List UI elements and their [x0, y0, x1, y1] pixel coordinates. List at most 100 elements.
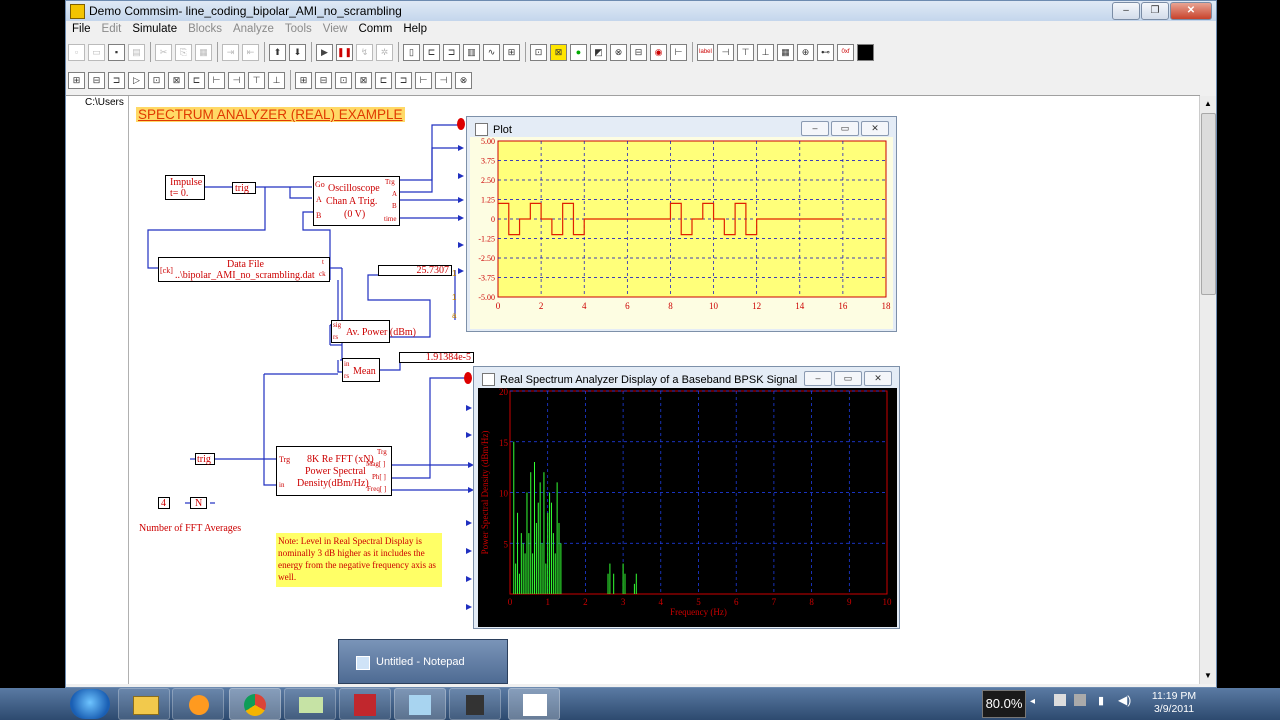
- pause-icon[interactable]: ❚❚: [336, 43, 353, 61]
- const-n-block[interactable]: N: [190, 497, 207, 509]
- tray-volume-icon[interactable]: ◀): [1118, 693, 1131, 707]
- tool-b5-icon[interactable]: ⊏: [375, 71, 392, 89]
- flip-down-icon[interactable]: ⬇: [289, 43, 306, 61]
- spectrum-maximize-button[interactable]: ▭: [834, 371, 862, 386]
- block-19-icon[interactable]: ⊕: [797, 43, 814, 61]
- block-6-icon[interactable]: ⊞: [503, 43, 520, 61]
- impulse-block[interactable]: Impulse t= 0.: [165, 175, 205, 200]
- block-13-icon[interactable]: ◉: [650, 43, 667, 61]
- block-10-icon[interactable]: ◩: [590, 43, 607, 61]
- tool-b4-icon[interactable]: ⊠: [355, 71, 372, 89]
- block-5-icon[interactable]: ∿: [483, 43, 500, 61]
- scroll-up-icon[interactable]: ▲: [1200, 96, 1216, 112]
- block-11-icon[interactable]: ⊗: [610, 43, 627, 61]
- paste-icon[interactable]: ▦: [195, 43, 212, 61]
- zoom-indicator[interactable]: 80.0%: [982, 690, 1026, 718]
- taskbar-chrome-icon[interactable]: [229, 688, 281, 720]
- print-icon[interactable]: ▤: [128, 43, 145, 61]
- black-block-icon[interactable]: [857, 43, 874, 61]
- block-12-icon[interactable]: ⊟: [630, 43, 647, 61]
- block-7-icon[interactable]: ⊡: [530, 43, 547, 61]
- run-icon[interactable]: ▶: [316, 43, 333, 61]
- new-file-icon[interactable]: ▫: [68, 43, 85, 61]
- tool-b8-icon[interactable]: ⊣: [435, 71, 452, 89]
- spectrum-window[interactable]: Real Spectrum Analyzer Display of a Base…: [473, 366, 900, 629]
- tool-b2-icon[interactable]: ⊟: [315, 71, 332, 89]
- menu-view[interactable]: View: [317, 21, 353, 35]
- block-2-icon[interactable]: ⊏: [423, 43, 440, 61]
- block-18-icon[interactable]: ▦: [777, 43, 794, 61]
- tray-network-icon[interactable]: ▮: [1098, 694, 1104, 707]
- file-tree[interactable]: C:\Users: [66, 96, 129, 684]
- menu-edit[interactable]: Edit: [96, 21, 127, 35]
- tree-path[interactable]: C:\Users: [85, 97, 124, 108]
- menu-tools[interactable]: Tools: [279, 21, 317, 35]
- block-17-icon[interactable]: ⊥: [757, 43, 774, 61]
- tool-b9-icon[interactable]: ⊗: [455, 71, 472, 89]
- start-button[interactable]: [70, 689, 110, 719]
- plot-minimize-button[interactable]: –: [801, 121, 829, 136]
- block-15-icon[interactable]: ⊣: [717, 43, 734, 61]
- tool-a4-icon[interactable]: ▷: [128, 71, 145, 89]
- tool-b1-icon[interactable]: ⊞: [295, 71, 312, 89]
- taskbar-folder-icon[interactable]: [284, 688, 336, 720]
- tool-a10-icon[interactable]: ⊤: [248, 71, 265, 89]
- menu-simulate[interactable]: Simulate: [126, 21, 182, 35]
- notepad-preview[interactable]: Untitled - Notepad: [338, 639, 508, 684]
- taskbar-media-icon[interactable]: [172, 688, 224, 720]
- tool-a1-icon[interactable]: ⊞: [68, 71, 85, 89]
- scroll-down-icon[interactable]: ▼: [1200, 668, 1216, 684]
- block-20-icon[interactable]: ⊷: [817, 43, 834, 61]
- spectrum-close-button[interactable]: ✕: [864, 371, 892, 386]
- menu-help[interactable]: Help: [397, 21, 432, 35]
- vertical-scrollbar[interactable]: ▲ ▼: [1199, 96, 1216, 684]
- scroll-thumb[interactable]: [1201, 113, 1216, 295]
- menu-comm[interactable]: Comm: [352, 21, 397, 35]
- block-14-icon[interactable]: ⊢: [670, 43, 687, 61]
- open-file-icon[interactable]: ▭: [88, 43, 105, 61]
- tool-b7-icon[interactable]: ⊢: [415, 71, 432, 89]
- block-8-icon[interactable]: ⊠: [550, 43, 567, 61]
- flip-up-icon[interactable]: ⬆: [269, 43, 286, 61]
- block-3-icon[interactable]: ⊐: [443, 43, 460, 61]
- block-9-icon[interactable]: ●: [570, 43, 587, 61]
- block-1-icon[interactable]: ▯: [403, 43, 420, 61]
- plot-maximize-button[interactable]: ▭: [831, 121, 859, 136]
- save-icon[interactable]: ▪: [108, 43, 125, 61]
- close-button[interactable]: ✕: [1170, 2, 1212, 20]
- tray-arrow-icon[interactable]: ◂: [1030, 696, 1035, 707]
- tool-a8-icon[interactable]: ⊢: [208, 71, 225, 89]
- block-16-icon[interactable]: ⊤: [737, 43, 754, 61]
- tool-a11-icon[interactable]: ⊥: [268, 71, 285, 89]
- tool-a6-icon[interactable]: ⊠: [168, 71, 185, 89]
- menu-file[interactable]: File: [66, 21, 96, 35]
- tool-b6-icon[interactable]: ⊐: [395, 71, 412, 89]
- taskbar-pdf-icon[interactable]: [339, 688, 391, 720]
- datafile-block[interactable]: [ck] Data File ..\bipolar_AMI_no_scrambl…: [158, 257, 330, 282]
- const-four-block[interactable]: 4: [158, 497, 170, 509]
- plot-close-button[interactable]: ✕: [861, 121, 889, 136]
- restore-button[interactable]: ❐: [1141, 2, 1169, 20]
- tool-a7-icon[interactable]: ⊏: [188, 71, 205, 89]
- trig-block-2[interactable]: trig: [195, 453, 215, 465]
- tool-a2-icon[interactable]: ⊟: [88, 71, 105, 89]
- avpower-block[interactable]: sig rs Av. Power (dBm): [331, 320, 416, 343]
- copy-icon[interactable]: ⎘: [175, 43, 192, 61]
- taskbar-explorer-icon[interactable]: [118, 688, 170, 720]
- spectrum-minimize-button[interactable]: –: [804, 371, 832, 386]
- clock[interactable]: 11:19 PM 3/9/2011: [1140, 690, 1208, 716]
- label-icon[interactable]: label: [697, 43, 714, 61]
- block-4-icon[interactable]: ▥: [463, 43, 480, 61]
- tray-flag-icon[interactable]: [1054, 694, 1066, 706]
- menu-analyze[interactable]: Analyze: [227, 21, 279, 35]
- step-icon[interactable]: ↯: [356, 43, 373, 61]
- mean-block[interactable]: in rs Mean: [342, 358, 380, 382]
- taskbar-commsim-icon[interactable]: [508, 688, 560, 720]
- tool-a3-icon[interactable]: ⊐: [108, 71, 125, 89]
- minimize-button[interactable]: –: [1112, 2, 1140, 20]
- cut-icon[interactable]: ✂: [155, 43, 172, 61]
- trig-block-1[interactable]: trig: [232, 182, 256, 194]
- taskbar-camera-icon[interactable]: [449, 688, 501, 720]
- tool-b3-icon[interactable]: ⊡: [335, 71, 352, 89]
- taskbar-notepad-icon[interactable]: [394, 688, 446, 720]
